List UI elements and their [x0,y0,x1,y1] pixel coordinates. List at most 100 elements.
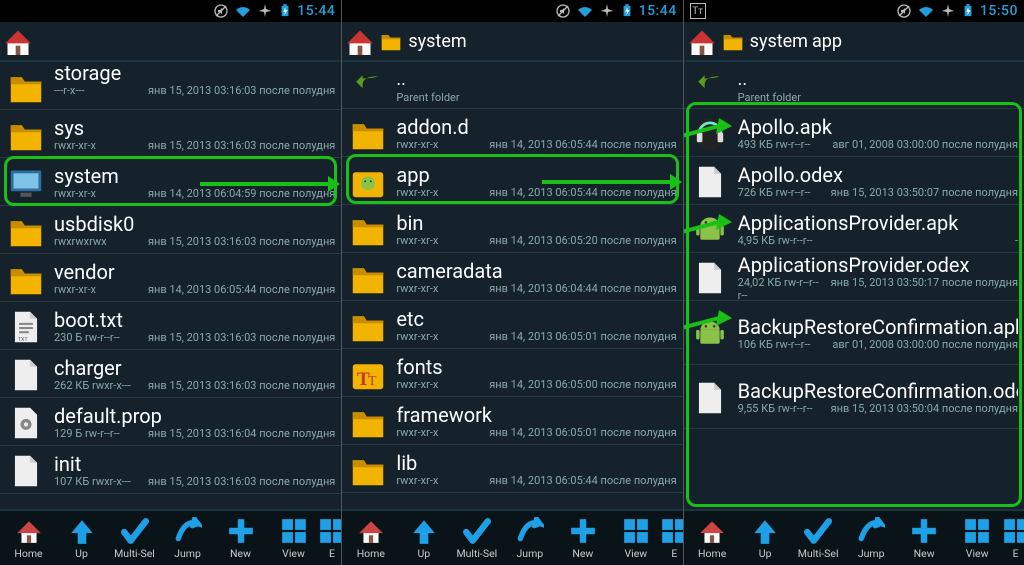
file-row[interactable]: addon.d rwxr-xr-x янв 14, 2013 06:05:44 … [342,109,682,157]
file-row[interactable]: ApplicationsProvider.apk 4,95 КБ rw-r--r… [684,205,1024,253]
file-row[interactable]: sys rwxr-xr-x янв 15, 2013 03:16:03 посл… [0,110,341,158]
file-date: янв 15, 2013 03:50:17 после полудня [831,276,1018,289]
file-row[interactable]: etc rwxr-xr-x янв 14, 2013 06:05:01 посл… [342,301,682,349]
breadcrumb[interactable]: app [812,31,842,52]
clock: 15:44 [639,3,677,19]
file-perm: rwxr-xr-x [54,139,96,152]
nav-label: New [572,547,593,560]
file-row[interactable]: vendor rwxr-xr-x янв 14, 2013 06:05:44 п… [0,254,341,302]
file-perm: 24,02 КБ rw-r--r-- [738,276,819,289]
tt-icon: Tт [690,3,706,19]
nav-multi[interactable]: Multi-Sel [450,517,503,560]
file-list: ..Parent folderApollo.apk 493 КБ rw-r--r… [684,62,1024,509]
folder-icon [348,114,388,154]
nav-label: Multi-Sel [114,547,155,560]
file-row[interactable]: BackupRestoreConfirmation.apk 106 КБ rw-… [684,301,1024,365]
file-date: янв 14, 2013 06:05:44 после полудня [148,283,335,296]
nav-label: Home [357,547,385,560]
home-icon[interactable] [4,27,32,55]
file-row[interactable]: bin rwxr-xr-x янв 14, 2013 06:05:20 посл… [342,205,682,253]
nav-new[interactable]: New [898,517,951,560]
nav-label: Up [417,547,430,560]
bottom-nav: HomeUp Multi-Sel JumpNewViewE [684,509,1024,565]
nav-more[interactable]: E [1004,517,1024,560]
file-row[interactable]: cameradata rwxr-xr-x янв 14, 2013 06:04:… [342,253,682,301]
file-name: cameradata [396,260,676,282]
mon-icon [6,163,46,203]
file-name: Apollo.odex [738,164,1018,186]
file-row[interactable]: BackupRestoreConfirmation.odex 9,55 КБ r… [684,365,1024,429]
file-name: init [54,453,335,475]
panel-0: 15:44 storage ---r-x--- янв 15, 2013 03:1… [0,0,341,565]
status-bar: 15:44 [0,0,341,22]
nav-label: Multi-Sel [798,547,839,560]
nav-home[interactable]: Home [344,517,397,560]
file-name: etc [396,308,676,330]
file-name: boot.txt [54,309,335,331]
file-row[interactable]: charger 262 КБ rwxr-x--- янв 15, 2013 03… [0,350,341,398]
nav-jump[interactable]: Jump [503,517,556,560]
file-row[interactable]: default.prop 129 Б rw-r--r-- янв 15, 201… [0,398,341,446]
file-row[interactable]: storage ---r-x--- янв 15, 2013 03:16:03 … [0,62,341,110]
file-date: авг 01, 2008 03:00:00 после полудня [832,138,1018,151]
file-date: янв 15, 2013 03:16:03 после полудня [148,331,335,344]
nav-new[interactable]: New [214,517,267,560]
file-name: bin [396,212,676,234]
nav-up[interactable]: Up [55,517,108,560]
status-bar: Tт 15:50 [684,0,1024,22]
file-date: янв 15, 2013 03:16:03 после полудня [148,84,335,97]
file-row[interactable]: lib rwxr-xr-x янв 14, 2013 06:05:44 посл… [342,445,682,493]
status-bar: 15:44 [342,0,682,22]
nav-jump[interactable]: Jump [161,517,214,560]
file-row[interactable]: boot.txt 230 Б rw-r--r-- янв 15, 2013 03… [0,302,341,350]
folder-icon [348,450,388,490]
parent-folder[interactable]: ..Parent folder [684,62,1024,109]
file-date: янв 14, 2013 06:05:01 после полудня [489,330,676,343]
nav-multi[interactable]: Multi-Sel [792,517,845,560]
file-date: янв 15, 2013 03:16:03 после полудня [148,475,335,488]
home-icon[interactable] [688,27,716,55]
file-name: lib [396,452,676,474]
nav-multi[interactable]: Multi-Sel [108,517,161,560]
file-date: янв 15, 2013 03:50:07 после полудня [831,186,1018,199]
path-bar[interactable]: system [342,22,682,62]
clock: 15:50 [980,3,1018,19]
nav-new[interactable]: New [556,517,609,560]
droid-icon [690,210,730,250]
breadcrumb[interactable]: system [720,30,808,52]
nav-up[interactable]: Up [397,517,450,560]
breadcrumb[interactable]: system [378,30,466,52]
file-row[interactable]: system rwxr-xr-x янв 14, 2013 06:04:59 п… [0,158,341,206]
nav-home[interactable]: Home [686,517,739,560]
file-row[interactable]: app rwxr-xr-x янв 14, 2013 06:05:44 посл… [342,157,682,205]
nav-view[interactable]: View [609,517,662,560]
back-icon [348,66,388,106]
nav-label: E [671,547,677,560]
file-perm: rwxr-xr-x [396,138,438,151]
nav-view[interactable]: View [951,517,1004,560]
path-bar[interactable]: systemapp [684,22,1024,62]
file-name: system [54,165,335,187]
nav-label: E [329,547,335,560]
file-row[interactable]: ApplicationsProvider.odex 24,02 КБ rw-r-… [684,253,1024,301]
file-row[interactable]: Apollo.odex 726 КБ rw-r--r-- янв 15, 201… [684,157,1024,205]
nav-home[interactable]: Home [2,517,55,560]
nav-view[interactable]: View [267,517,320,560]
file-row[interactable]: init 107 КБ rwxr-x--- янв 15, 2013 03:16… [0,446,341,494]
file-name: ApplicationsProvider.apk [738,212,1018,234]
nav-up[interactable]: Up [739,517,792,560]
folder-icon [348,210,388,250]
panel-1: 15:44system ..Parent folderaddon.d rwxr-… [341,0,682,565]
file-row[interactable]: framework rwxr-xr-x янв 14, 2013 06:05:0… [342,397,682,445]
file-row[interactable]: usbdisk0 rwxrwxrwx янв 15, 2013 03:16:03… [0,206,341,254]
file-row[interactable]: fonts rwxr-xr-x янв 14, 2013 06:05:00 по… [342,349,682,397]
folder-icon [6,67,46,107]
file-perm: rwxr-xr-x [396,234,438,247]
home-icon[interactable] [346,27,374,55]
file-name: addon.d [396,116,676,138]
parent-folder[interactable]: ..Parent folder [342,62,682,109]
path-bar[interactable] [0,22,341,62]
file-row[interactable]: Apollo.apk 493 КБ rw-r--r-- авг 01, 2008… [684,109,1024,157]
nav-jump[interactable]: Jump [845,517,898,560]
droid-icon [690,314,730,354]
